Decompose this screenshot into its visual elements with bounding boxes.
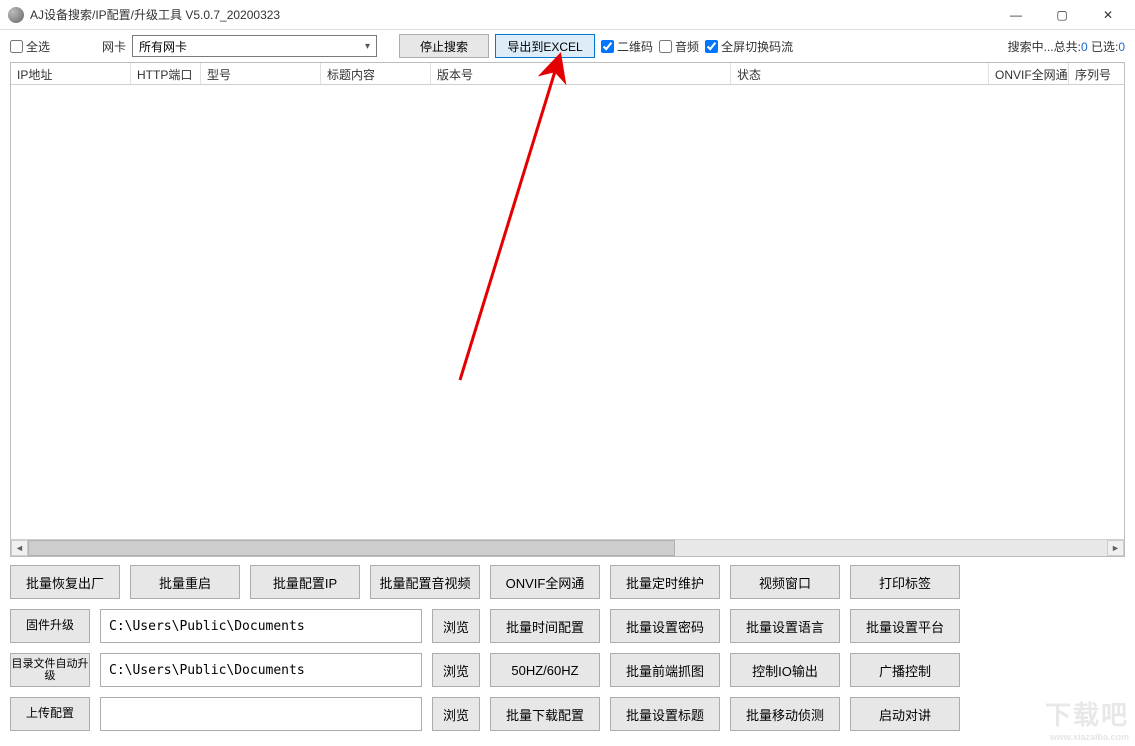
upload-config-button[interactable]: 上传配置 [10,697,90,731]
table-body[interactable] [11,85,1124,539]
batch-password-button[interactable]: 批量设置密码 [610,609,720,643]
scroll-right-icon[interactable]: ► [1107,540,1124,556]
dir-auto-upgrade-button[interactable]: 目录文件自动升级 [10,653,90,687]
horizontal-scrollbar[interactable]: ◄ ► [11,539,1124,556]
batch-restore-button[interactable]: 批量恢复出厂 [10,565,120,599]
maximize-button[interactable]: ▢ [1039,1,1085,29]
dir-path-input[interactable]: C:\Users\Public\Documents [100,653,422,687]
app-icon [8,7,24,23]
bottom-panel: 批量恢复出厂 批量重启 批量配置IP 批量配置音视频 ONVIF全网通 批量定时… [0,557,1135,741]
batch-reboot-button[interactable]: 批量重启 [130,565,240,599]
video-window-button[interactable]: 视频窗口 [730,565,840,599]
minimize-button[interactable]: — [993,1,1039,29]
col-onvif[interactable]: ONVIF全网通 [989,63,1069,84]
batch-download-config-button[interactable]: 批量下载配置 [490,697,600,731]
toolbar: 全选 网卡 所有网卡 停止搜索 导出到EXCEL 二维码 音频 全屏切换码流 搜… [0,30,1135,62]
col-serial[interactable]: 序列号 [1069,63,1124,84]
batch-schedule-button[interactable]: 批量定时维护 [610,565,720,599]
watermark: 下载吧 www.xiazaiba.com [1045,695,1129,742]
nic-label: 网卡 [102,38,126,55]
batch-snapshot-button[interactable]: 批量前端抓图 [610,653,720,687]
select-all-checkbox[interactable]: 全选 [10,38,50,55]
io-control-button[interactable]: 控制IO输出 [730,653,840,687]
batch-platform-button[interactable]: 批量设置平台 [850,609,960,643]
titlebar: AJ设备搜索/IP配置/升级工具 V5.0.7_20200323 — ▢ ✕ [0,0,1135,30]
nic-select[interactable]: 所有网卡 [132,35,377,57]
stop-search-button[interactable]: 停止搜索 [399,34,489,58]
batch-config-av-button[interactable]: 批量配置音视频 [370,565,480,599]
batch-motion-button[interactable]: 批量移动侦测 [730,697,840,731]
audio-checkbox[interactable]: 音频 [659,38,699,55]
window-title: AJ设备搜索/IP配置/升级工具 V5.0.7_20200323 [30,6,993,23]
qrcode-checkbox[interactable]: 二维码 [601,38,653,55]
print-label-button[interactable]: 打印标签 [850,565,960,599]
batch-title-button[interactable]: 批量设置标题 [610,697,720,731]
col-ip[interactable]: IP地址 [11,63,131,84]
onvif-button[interactable]: ONVIF全网通 [490,565,600,599]
firmware-browse-button[interactable]: 浏览 [432,609,480,643]
scroll-thumb[interactable] [28,540,675,556]
hz-button[interactable]: 50HZ/60HZ [490,653,600,687]
close-button[interactable]: ✕ [1085,1,1131,29]
dir-browse-button[interactable]: 浏览 [432,653,480,687]
col-version[interactable]: 版本号 [431,63,731,84]
fullscreen-switch-checkbox[interactable]: 全屏切换码流 [705,38,793,55]
upload-browse-button[interactable]: 浏览 [432,697,480,731]
firmware-path-input[interactable]: C:\Users\Public\Documents [100,609,422,643]
col-title[interactable]: 标题内容 [321,63,431,84]
scroll-left-icon[interactable]: ◄ [11,540,28,556]
col-status[interactable]: 状态 [731,63,989,84]
search-status: 搜索中...总共:0 已选:0 [1008,38,1125,55]
firmware-upgrade-button[interactable]: 固件升级 [10,609,90,643]
col-http-port[interactable]: HTTP端口 [131,63,201,84]
batch-time-button[interactable]: 批量时间配置 [490,609,600,643]
upload-path-input[interactable] [100,697,422,731]
col-model[interactable]: 型号 [201,63,321,84]
start-talk-button[interactable]: 启动对讲 [850,697,960,731]
window-controls: — ▢ ✕ [993,1,1131,29]
batch-language-button[interactable]: 批量设置语言 [730,609,840,643]
table-header: IP地址 HTTP端口 型号 标题内容 版本号 状态 ONVIF全网通 序列号 [11,63,1124,85]
batch-config-ip-button[interactable]: 批量配置IP [250,565,360,599]
device-table: IP地址 HTTP端口 型号 标题内容 版本号 状态 ONVIF全网通 序列号 … [10,62,1125,557]
export-excel-button[interactable]: 导出到EXCEL [495,34,595,58]
broadcast-button[interactable]: 广播控制 [850,653,960,687]
